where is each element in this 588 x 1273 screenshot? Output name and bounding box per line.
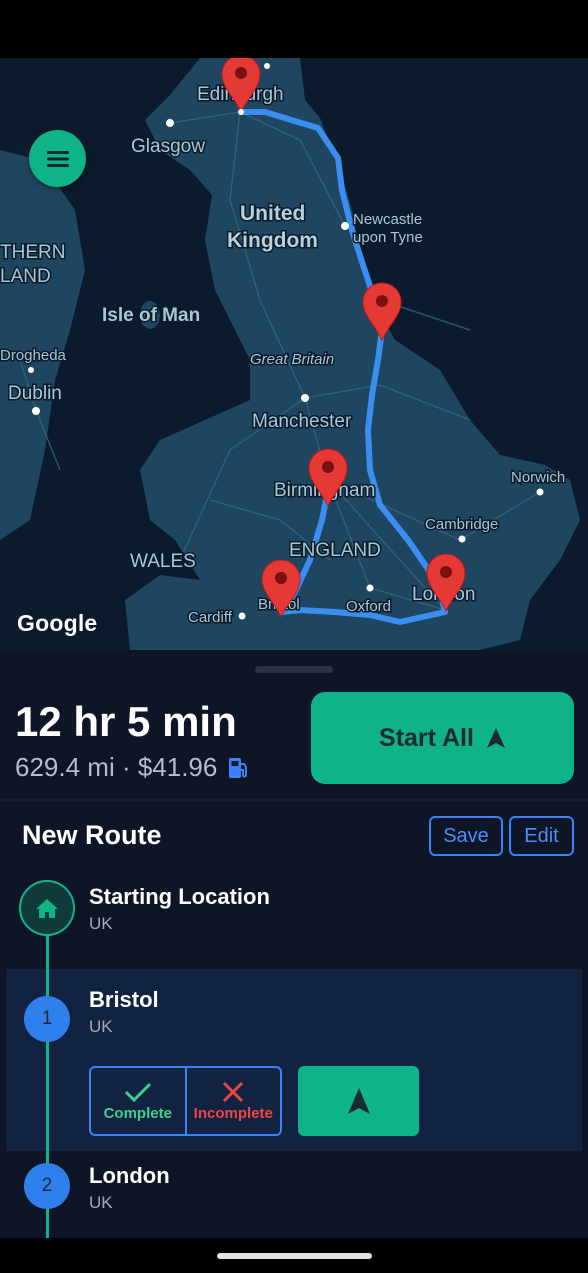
navigation-arrow-icon — [486, 728, 505, 748]
map-label-england: ENGLAND — [289, 540, 381, 561]
map-label-glasgow: Glasgow — [131, 136, 205, 157]
map-label-isle-of-man: Isle of Man — [102, 305, 200, 326]
menu-button[interactable] — [29, 130, 86, 187]
edit-button[interactable]: Edit — [509, 816, 574, 856]
map-label-newcastle-2: upon Tyne — [353, 229, 423, 246]
home-icon — [36, 899, 58, 918]
stop-number-2: 2 — [24, 1163, 70, 1209]
start-all-label: Start All — [379, 723, 474, 752]
google-logo: Google — [17, 610, 98, 636]
map-label-cardiff: Cardiff — [188, 609, 233, 626]
map-label-newcastle-1: Newcastle — [353, 211, 422, 228]
navigate-stop-button[interactable] — [298, 1066, 419, 1136]
map-label-kingdom: Kingdom — [227, 229, 318, 252]
stop-2-name: London — [89, 1163, 170, 1188]
map-label-norwich: Norwich — [511, 469, 565, 486]
stop-2-sub: UK — [89, 1193, 113, 1212]
map-label-cambridge: Cambridge — [425, 516, 498, 533]
start-all-button[interactable]: Start All — [311, 692, 574, 784]
map-label-drogheda: Drogheda — [0, 347, 67, 364]
checkmark-icon — [124, 1082, 151, 1102]
starting-location-marker — [19, 880, 75, 936]
sheet-drag-handle[interactable] — [255, 666, 333, 673]
trip-duration: 12 hr 5 min — [15, 698, 237, 745]
map-view[interactable]: Edinburgh Glasgow United Kingdom Newcast… — [0, 58, 588, 650]
fuel-pump-icon — [229, 757, 248, 778]
map-label-united: United — [240, 202, 305, 225]
route-title: New Route — [22, 820, 162, 850]
map-label-great-britain: Great Britain — [250, 351, 334, 368]
trip-summary: 629.4 mi · $41.96 — [15, 752, 249, 783]
stop-1-sub: UK — [89, 1017, 113, 1036]
close-icon — [223, 1081, 244, 1102]
stop-number-1: 1 — [24, 996, 70, 1042]
section-divider — [0, 799, 588, 801]
incomplete-label: Incomplete — [193, 1104, 273, 1122]
menu-icon — [46, 150, 69, 167]
stop-status-toggle[interactable]: Complete Incomplete — [89, 1066, 282, 1136]
navigation-arrow-icon — [347, 1088, 370, 1114]
map-label-dublin: Dublin — [8, 383, 62, 404]
status-bar — [0, 0, 588, 58]
incomplete-button[interactable]: Incomplete — [187, 1068, 281, 1134]
distance-cost-text: 629.4 mi · $41.96 — [15, 752, 218, 782]
map-label-land: LAND — [0, 266, 51, 287]
starting-location-name: Starting Location — [89, 884, 270, 909]
complete-label: Complete — [103, 1104, 172, 1122]
stop-1-name: Bristol — [89, 987, 159, 1012]
starting-location-sub: UK — [89, 914, 113, 933]
home-indicator[interactable] — [217, 1253, 372, 1259]
map-label-manchester: Manchester — [252, 411, 352, 432]
map-label-wales: WALES — [130, 551, 196, 572]
map-label-thern: THERN — [0, 242, 65, 263]
map-label-oxford: Oxford — [346, 598, 391, 615]
complete-button[interactable]: Complete — [91, 1068, 187, 1134]
save-button[interactable]: Save — [429, 816, 503, 856]
